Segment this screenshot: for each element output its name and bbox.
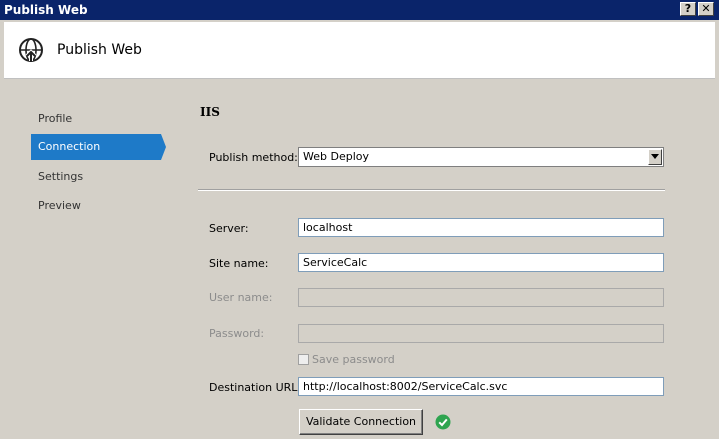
publish-method-label: Publish method: <box>209 151 298 164</box>
section-title: IIS <box>200 105 220 119</box>
header-banner: Publish Web <box>4 22 715 79</box>
globe-publish-icon <box>19 38 43 62</box>
destination-url-label: Destination URL: <box>209 381 302 394</box>
window-title: Publish Web <box>4 3 88 17</box>
validate-connection-button[interactable]: Validate Connection <box>299 409 423 435</box>
nav-item-connection[interactable]: Connection <box>31 134 161 160</box>
publish-method-value: Web Deploy <box>303 150 369 163</box>
chevron-down-icon[interactable] <box>648 149 662 165</box>
save-password-label: Save password <box>312 353 395 366</box>
site-name-input[interactable]: ServiceCalc <box>298 253 664 272</box>
user-name-label: User name: <box>209 291 273 304</box>
server-input[interactable]: localhost <box>298 218 664 237</box>
nav-item-settings[interactable]: Settings <box>31 164 161 190</box>
nav-active-pointer <box>161 134 166 160</box>
nav-item-preview[interactable]: Preview <box>31 193 161 219</box>
title-bar: Publish Web ? ✕ <box>0 0 719 20</box>
check-success-icon <box>435 414 451 430</box>
header-title: Publish Web <box>57 42 142 58</box>
close-button[interactable]: ✕ <box>698 2 714 16</box>
password-input[interactable] <box>298 324 664 343</box>
password-label: Password: <box>209 327 265 340</box>
server-label: Server: <box>209 222 249 235</box>
site-name-label: Site name: <box>209 257 269 270</box>
publish-method-select[interactable]: Web Deploy <box>298 147 664 167</box>
nav-item-profile[interactable]: Profile <box>31 106 161 132</box>
destination-url-input[interactable]: http://localhost:8002/ServiceCalc.svc <box>298 377 664 396</box>
section-divider <box>198 189 665 191</box>
save-password-checkbox[interactable] <box>298 354 309 365</box>
user-name-input[interactable] <box>298 288 664 307</box>
publish-web-dialog: Publish Web ? ✕ Publish Web Profile Conn… <box>0 0 719 439</box>
help-button[interactable]: ? <box>680 2 696 16</box>
